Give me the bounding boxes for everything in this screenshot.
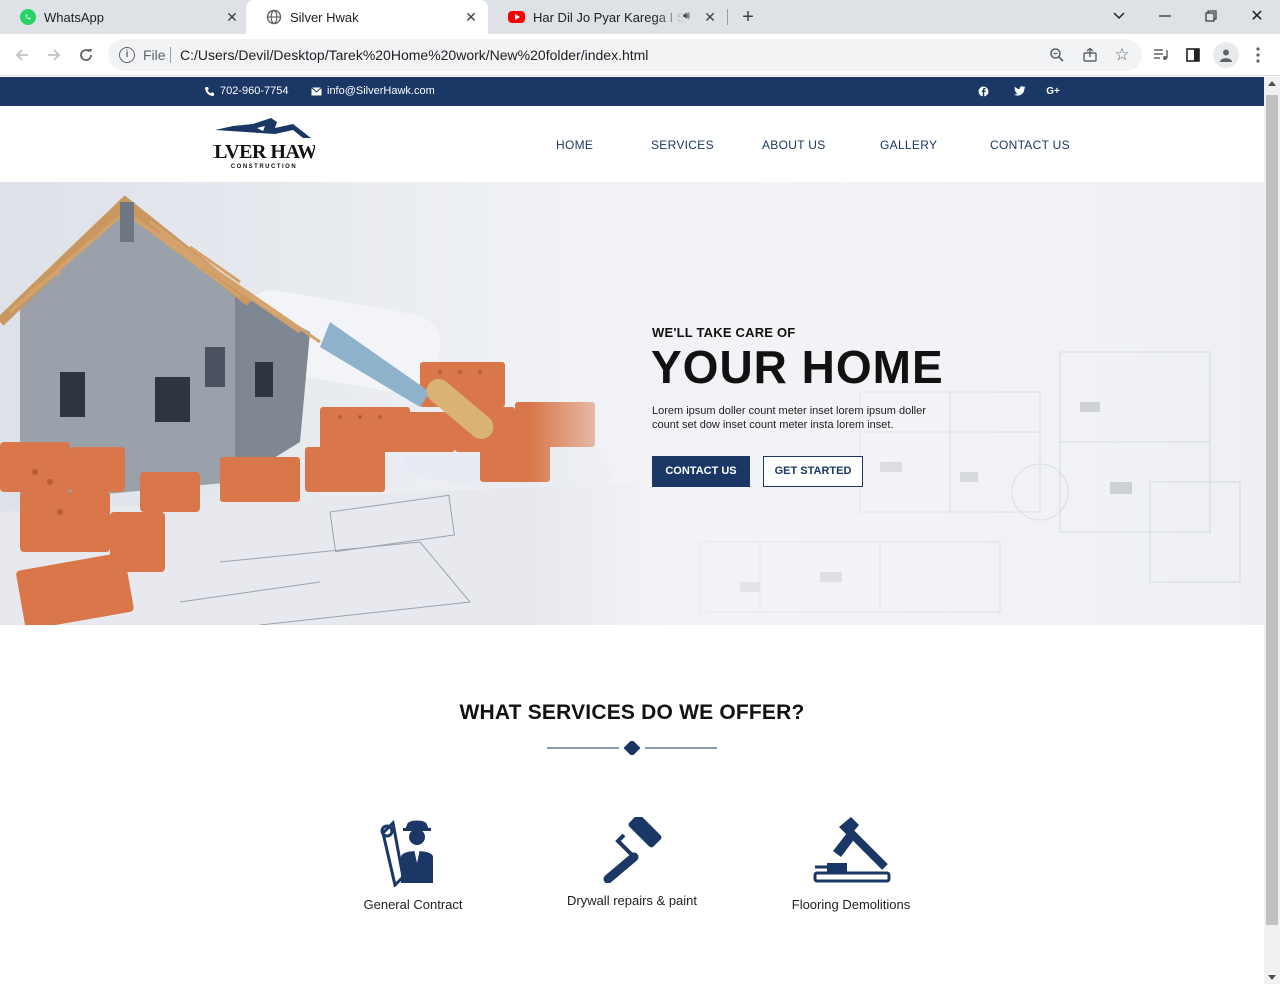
phone-number: 702-960-7754 <box>220 85 289 97</box>
nav-contact-us[interactable]: CONTACT US <box>990 138 1070 152</box>
phone-contact[interactable]: 702-960-7754 <box>204 85 289 97</box>
site-header: SILVER HAWK CONSTRUCTION HOME SERVICES A… <box>0 106 1264 182</box>
web-page: 702-960-7754 info@SilverHawk.com G+ SILV… <box>0 77 1264 984</box>
hero-illustration <box>0 182 1264 625</box>
forward-arrow-icon[interactable] <box>43 44 65 66</box>
facebook-icon[interactable] <box>976 84 990 98</box>
tab-strip: WhatsApp ✕ Silver Hwak ✕ Har Dil Jo Pyar… <box>0 0 1280 34</box>
silver-hawk-logo[interactable]: SILVER HAWK CONSTRUCTION <box>196 116 333 172</box>
hammer-icon <box>813 817 891 883</box>
logo-title: SILVER HAWK <box>213 141 315 163</box>
whatsapp-icon <box>20 9 36 25</box>
service-label: Drywall repairs & paint <box>566 893 698 908</box>
nav-about-us[interactable]: ABOUT US <box>762 138 826 152</box>
hero-description: Lorem ipsum doller count meter inset lor… <box>652 405 926 431</box>
close-icon[interactable]: ✕ <box>702 9 718 25</box>
hero-banner: WE'LL TAKE CARE OF YOUR HOME Lorem ipsum… <box>0 182 1264 625</box>
service-label: General Contract <box>363 897 463 912</box>
worker-icon <box>380 819 433 887</box>
scroll-thumb[interactable] <box>1266 95 1278 925</box>
email-address: info@SilverHawk.com <box>327 85 435 97</box>
service-general-contract[interactable]: General Contract <box>323 817 503 912</box>
url-text[interactable]: C:/Users/Devil/Desktop/Tarek%20Home%20wo… <box>180 47 648 63</box>
browser-toolbar: i File C:/Users/Devil/Desktop/Tarek%20Ho… <box>0 34 1280 76</box>
globe-icon <box>266 9 282 25</box>
speaker-icon[interactable]: 🔊︎ <box>683 10 690 23</box>
twitter-icon[interactable] <box>1013 84 1027 98</box>
back-arrow-icon[interactable] <box>11 44 33 66</box>
service-flooring-demolitions[interactable]: Flooring Demolitions <box>761 817 941 912</box>
nav-services[interactable]: SERVICES <box>651 138 714 152</box>
zoom-icon[interactable] <box>1048 46 1066 64</box>
scroll-down-arrow-icon[interactable] <box>1268 975 1276 980</box>
star-icon[interactable]: ☆ <box>1113 45 1131 64</box>
nav-home[interactable]: HOME <box>556 138 593 152</box>
contact-us-button[interactable]: CONTACT US <box>652 456 750 487</box>
top-contact-bar: 702-960-7754 info@SilverHawk.com G+ <box>0 77 1264 106</box>
service-label: Flooring Demolitions <box>791 897 911 912</box>
close-icon[interactable]: ✕ <box>224 9 240 25</box>
phone-icon <box>204 86 215 97</box>
tab-title: WhatsApp <box>44 9 104 25</box>
hero-title: YOUR HOME <box>651 341 944 393</box>
page-scrollbar[interactable] <box>1264 77 1280 984</box>
close-window-button[interactable]: ✕ <box>1245 5 1269 27</box>
tab-title: Har Dil Jo Pyar Karega I Salm <box>533 9 685 25</box>
new-tab-button[interactable]: + <box>738 7 758 27</box>
scheme-label: File <box>143 47 166 63</box>
get-started-button[interactable]: GET STARTED <box>763 456 863 487</box>
info-icon[interactable]: i <box>119 47 135 63</box>
logo-subtitle: CONSTRUCTION <box>231 164 297 170</box>
envelope-icon <box>311 86 322 97</box>
media-control-icon[interactable] <box>1151 45 1171 65</box>
paint-roller-icon <box>603 817 662 883</box>
divider <box>170 47 171 63</box>
section-divider <box>547 741 717 755</box>
services-heading: WHAT SERVICES DO WE OFFER? <box>459 701 805 724</box>
scroll-up-arrow-icon[interactable] <box>1268 81 1276 86</box>
side-panel-icon[interactable] <box>1183 45 1203 65</box>
minimize-button[interactable] <box>1153 5 1177 27</box>
nav-gallery[interactable]: GALLERY <box>880 138 937 152</box>
close-icon[interactable]: ✕ <box>463 9 479 25</box>
tab-separator <box>727 9 728 25</box>
tab-silver-hwak[interactable]: Silver Hwak ✕ <box>246 0 488 34</box>
share-icon[interactable] <box>1081 46 1099 64</box>
address-bar[interactable]: i File C:/Users/Devil/Desktop/Tarek%20Ho… <box>108 39 1142 71</box>
tab-youtube[interactable]: Har Dil Jo Pyar Karega I Salm 🔊︎ ✕ <box>488 0 728 34</box>
service-drywall-repairs[interactable]: Drywall repairs & paint <box>542 817 722 908</box>
tab-search-chevron-icon[interactable] <box>1107 5 1131 27</box>
reload-icon[interactable] <box>75 44 97 66</box>
email-contact[interactable]: info@SilverHawk.com <box>311 85 435 97</box>
youtube-icon <box>508 11 525 23</box>
restore-button[interactable] <box>1199 5 1223 27</box>
tab-whatsapp[interactable]: WhatsApp ✕ <box>0 0 246 34</box>
kebab-menu-icon[interactable] <box>1248 45 1268 65</box>
hero-subtitle: WE'LL TAKE CARE OF <box>652 325 796 340</box>
profile-avatar-icon[interactable] <box>1213 42 1239 68</box>
tab-title: Silver Hwak <box>290 9 359 25</box>
google-plus-icon[interactable]: G+ <box>1046 84 1060 98</box>
